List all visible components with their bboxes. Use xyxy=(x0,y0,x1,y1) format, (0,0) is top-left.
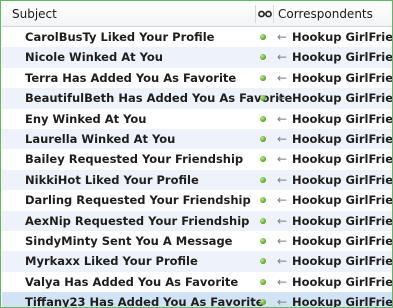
message-correspondent: Hookup GirlFriends xyxy=(292,295,393,308)
left-arrow-icon: ← xyxy=(277,30,288,44)
left-arrow-icon: ← xyxy=(277,70,288,85)
message-row[interactable]: Valya Has Added You As Favorite ← Hookup G… xyxy=(2,271,393,293)
column-divider[interactable] xyxy=(273,5,274,23)
message-correspondent: Hookup GirlFriends xyxy=(292,193,393,208)
message-subject: Darling Requested Your Friendship xyxy=(25,193,251,208)
message-correspondent: Hookup GirlFriends xyxy=(292,30,393,44)
message-correspondent: Hookup GirlFriends xyxy=(292,70,393,85)
message-subject: NikkiHot Liked Your Profile xyxy=(25,172,199,187)
unread-dot-icon[interactable] xyxy=(260,176,266,183)
message-row[interactable]: Bailey Requested Your Friendship ← Hookup … xyxy=(2,149,393,170)
message-row[interactable]: Darling Requested Your Friendship ← Hookup… xyxy=(2,190,393,211)
message-correspondent: Hookup GirlFriends xyxy=(292,274,393,289)
unread-dot-icon[interactable] xyxy=(260,74,266,81)
message-subject: Eny Winked At You xyxy=(25,111,147,126)
message-subject: SindyMinty Sent You A Message xyxy=(25,233,233,248)
message-subject: Myrkaxx Liked Your Profile xyxy=(25,254,198,269)
message-row[interactable]: AexNip Requested Your Friendship ← Hookup … xyxy=(2,210,393,231)
message-correspondent: Hookup GirlFriends xyxy=(292,152,393,167)
left-arrow-icon: ← xyxy=(277,295,288,308)
message-row[interactable]: Eny Winked At You ← Hookup GirlFriends xyxy=(2,108,393,129)
unread-dot-icon[interactable] xyxy=(260,115,266,122)
message-row[interactable]: Nicole Winked At You ← Hookup GirlFriends xyxy=(2,47,393,68)
left-arrow-icon: ← xyxy=(277,172,288,187)
unread-dot-icon[interactable] xyxy=(260,54,266,61)
message-subject: CarolBusTy Liked Your Profile xyxy=(25,30,215,44)
correspondents-column-header[interactable]: Correspondents xyxy=(278,2,373,26)
message-correspondent: Hookup GirlFriends xyxy=(292,254,393,269)
unread-dot-icon[interactable] xyxy=(260,217,266,224)
message-subject: BeautifulBeth Has Added You As Favorite xyxy=(25,91,293,106)
unread-dot-icon[interactable] xyxy=(260,299,266,306)
left-arrow-icon: ← xyxy=(277,111,288,126)
glasses-icon[interactable] xyxy=(258,2,272,26)
message-subject: Valya Has Added You As Favorite xyxy=(25,274,239,289)
message-correspondent: Hookup GirlFriends xyxy=(292,111,393,126)
message-row[interactable]: BeautifulBeth Has Added You As Favorite ←… xyxy=(2,88,393,109)
message-list-pane: Subject Correspondents CarolBusTy Liked … xyxy=(0,0,393,308)
message-subject: Tiffany23 Has Added You As Favorite xyxy=(25,295,264,308)
message-subject: Nicole Winked At You xyxy=(25,50,163,65)
message-subject: Terra Has Added You As Favorite xyxy=(25,70,237,85)
unread-dot-icon[interactable] xyxy=(260,237,266,244)
unread-dot-icon[interactable] xyxy=(260,156,266,163)
unread-dot-icon[interactable] xyxy=(260,258,266,265)
column-header-bar: Subject Correspondents xyxy=(2,2,392,27)
message-subject: Laurella Winked At You xyxy=(25,131,176,146)
message-correspondent: Hookup GirlFriends xyxy=(292,172,393,187)
message-row[interactable]: Terra Has Added You As Favorite ← Hookup G… xyxy=(2,67,393,89)
message-correspondent: Hookup GirlFriends xyxy=(292,131,393,146)
message-correspondent: Hookup GirlFriends xyxy=(292,91,393,106)
left-arrow-icon: ← xyxy=(277,91,288,106)
message-subject: Bailey Requested Your Friendship xyxy=(25,152,244,167)
subject-column-header[interactable]: Subject xyxy=(12,2,57,26)
left-arrow-icon: ← xyxy=(277,131,288,146)
message-subject: AexNip Requested Your Friendship xyxy=(25,213,250,228)
message-row[interactable]: CarolBusTy Liked Your Profile ← Hookup Gir… xyxy=(2,27,393,48)
message-correspondent: Hookup GirlFriends xyxy=(292,50,393,65)
unread-dot-icon[interactable] xyxy=(260,34,266,40)
column-divider[interactable] xyxy=(255,5,256,23)
message-row[interactable]: Tiffany23 Has Added You As Favorite ← Hook… xyxy=(2,292,393,308)
unread-dot-icon[interactable] xyxy=(260,135,266,142)
left-arrow-icon: ← xyxy=(277,233,288,248)
unread-dot-icon[interactable] xyxy=(260,197,266,204)
message-row[interactable]: NikkiHot Liked Your Profile ← Hookup GirlF… xyxy=(2,169,393,191)
message-correspondent: Hookup GirlFriends xyxy=(292,213,393,228)
left-arrow-icon: ← xyxy=(277,274,288,289)
left-arrow-icon: ← xyxy=(277,193,288,208)
left-arrow-icon: ← xyxy=(277,254,288,269)
message-correspondent: Hookup GirlFriends xyxy=(292,233,393,248)
unread-dot-icon[interactable] xyxy=(260,278,266,285)
message-row[interactable]: SindyMinty Sent You A Message ← Hookup Gir… xyxy=(2,230,393,252)
message-rows: CarolBusTy Liked Your Profile ← Hookup Gir… xyxy=(2,27,393,308)
message-row[interactable]: Laurella Winked At You ← Hookup GirlFriend… xyxy=(2,128,393,150)
message-row[interactable]: Myrkaxx Liked Your Profile ← Hookup GirlFr… xyxy=(2,251,393,272)
left-arrow-icon: ← xyxy=(277,152,288,167)
left-arrow-icon: ← xyxy=(277,213,288,228)
left-arrow-icon: ← xyxy=(277,50,288,65)
